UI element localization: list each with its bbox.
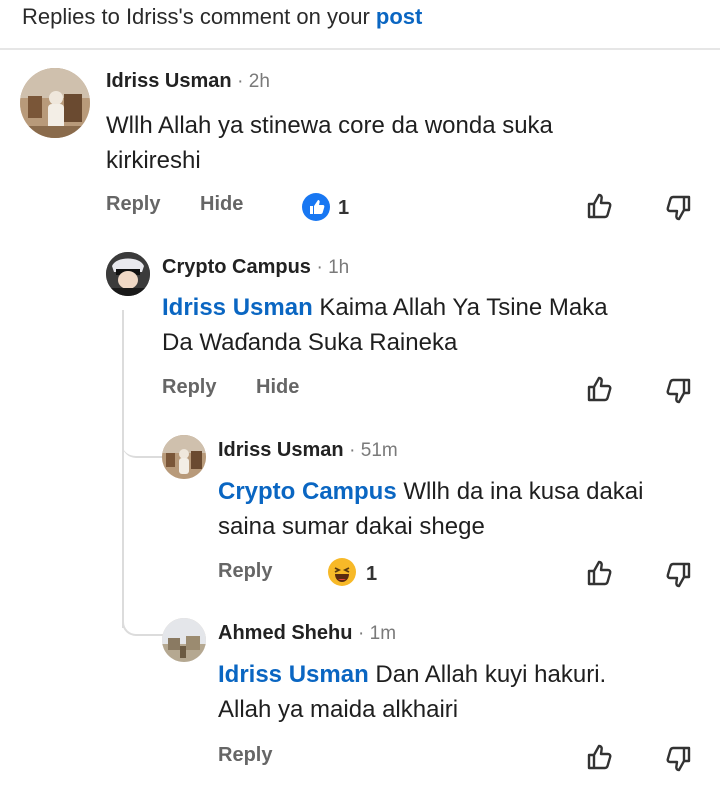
thread-elbow-1 (122, 410, 162, 458)
upvote-icon[interactable] (584, 374, 614, 404)
haha-icon[interactable] (328, 558, 356, 586)
reply-button[interactable]: Reply (162, 376, 216, 399)
comment-text-line: Allah ya maida alkhairi (218, 696, 459, 723)
comment-text-line: kirkireshi (106, 147, 201, 174)
upvote-icon[interactable] (584, 191, 614, 221)
reply-button[interactable]: Reply (106, 193, 160, 216)
comment-text-line: Wllh Allah ya stinewa core da wonda suka (106, 112, 553, 139)
comment-text-line: Crypto Campus Wllh da ina kusa dakai (218, 474, 688, 509)
comment-header: Crypto Campus · 1h (162, 256, 349, 279)
comment-header: Idriss Usman · 51m (218, 439, 398, 462)
reaction-count: 1 (338, 197, 350, 219)
downvote-icon[interactable] (664, 376, 694, 406)
hide-button[interactable]: Hide (256, 376, 299, 399)
avatar[interactable] (106, 252, 150, 296)
reply-button[interactable]: Reply (218, 560, 272, 583)
comment-text-line: Idriss Usman Kaima Allah Ya Tsine Maka (162, 290, 682, 325)
upvote-icon[interactable] (584, 558, 614, 588)
downvote-icon[interactable] (664, 560, 694, 590)
author-name[interactable]: Crypto Campus (162, 256, 311, 278)
comment-text-line: Da Waɗanda Suka Raineka (162, 329, 458, 356)
comment-text: Idriss Usman Dan Allah kuyi hakuri. Alla… (218, 657, 688, 727)
timestamp: · 51m (349, 440, 398, 461)
like-icon[interactable] (302, 193, 330, 221)
header-text: Replies to Idriss's comment on your (22, 4, 376, 29)
comment-header: Ahmed Shehu · 1m (218, 622, 396, 645)
timestamp: · 1m (358, 623, 397, 644)
comment-text-span: Wllh da ina kusa dakai (403, 478, 644, 505)
downvote-icon[interactable] (664, 744, 694, 774)
avatar[interactable] (162, 618, 206, 662)
mention-link[interactable]: Idriss Usman (162, 294, 313, 321)
comment-text-line: Idriss Usman Dan Allah kuyi hakuri. (218, 657, 688, 692)
author-name[interactable]: Idriss Usman (106, 70, 232, 92)
reaction-count: 1 (366, 563, 378, 585)
comment-text: Idriss Usman Kaima Allah Ya Tsine Maka D… (162, 290, 682, 360)
mention-link[interactable]: Crypto Campus (218, 478, 397, 505)
upvote-icon[interactable] (584, 742, 614, 772)
avatar-photo-icon (162, 618, 206, 662)
timestamp: · 2h (237, 71, 270, 92)
comment-text: Crypto Campus Wllh da ina kusa dakai sai… (218, 474, 688, 544)
thread-line-main (122, 310, 124, 628)
avatar-photo-icon (106, 252, 150, 296)
avatar-photo-icon (20, 68, 90, 138)
comment-text-span: Dan Allah kuyi hakuri. (375, 661, 607, 688)
avatar-photo-icon (162, 435, 206, 479)
avatar[interactable] (20, 68, 90, 138)
thread-elbow-2 (122, 600, 164, 636)
notification-header: Replies to Idriss's comment on your post (22, 4, 422, 30)
downvote-icon[interactable] (664, 193, 694, 223)
hide-button[interactable]: Hide (200, 193, 243, 216)
avatar[interactable] (162, 435, 206, 479)
comment-text-line: saina sumar dakai shege (218, 513, 485, 540)
comment-text: Wllh Allah ya stinewa core da wonda suka… (106, 108, 666, 178)
author-name[interactable]: Ahmed Shehu (218, 622, 352, 644)
timestamp: · 1h (316, 257, 350, 278)
comment-text-span: Kaima Allah Ya Tsine Maka (319, 294, 608, 321)
mention-link[interactable]: Idriss Usman (218, 661, 369, 688)
post-link[interactable]: post (376, 4, 422, 29)
author-name[interactable]: Idriss Usman (218, 439, 344, 461)
header-divider (0, 48, 720, 50)
reply-button[interactable]: Reply (218, 744, 272, 767)
comment-header: Idriss Usman · 2h (106, 70, 270, 93)
